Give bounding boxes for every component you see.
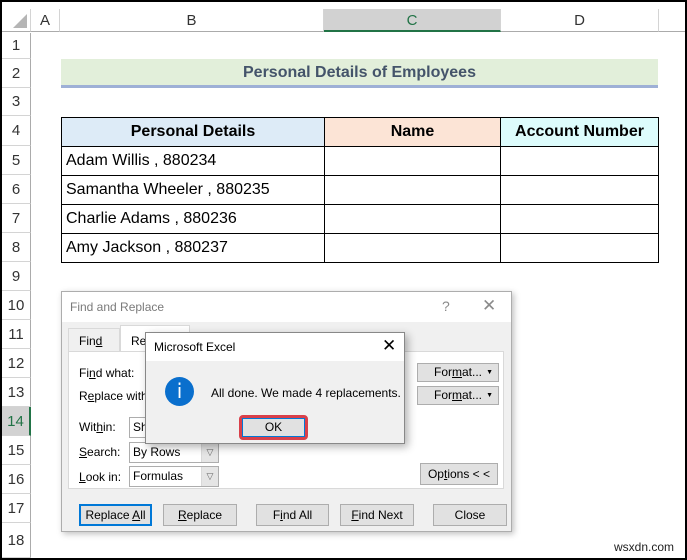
- message-box: Microsoft Excel ✕ i All done. We made 4 …: [145, 332, 405, 444]
- header-name[interactable]: Name: [324, 117, 501, 147]
- message-box-titlebar[interactable]: Microsoft Excel ✕: [146, 333, 404, 361]
- message-text: All done. We made 4 replacements.: [211, 386, 401, 400]
- find-all-button[interactable]: Find All: [256, 504, 329, 526]
- dropdown-arrow-icon: ▼: [486, 369, 493, 376]
- row-header-6[interactable]: 6: [2, 175, 31, 204]
- table-header-row: Personal Details Name Account Number: [61, 117, 659, 147]
- select-all-triangle-icon: [13, 14, 27, 28]
- row-header-11[interactable]: 11: [2, 320, 31, 349]
- help-icon[interactable]: ?: [442, 298, 450, 314]
- cell-account-number[interactable]: [500, 146, 659, 176]
- table-row: Samantha Wheeler , 880235: [61, 175, 659, 205]
- info-icon: i: [165, 377, 194, 406]
- dropdown-arrow-icon: ▼: [486, 392, 493, 399]
- header-personal-details[interactable]: Personal Details: [61, 117, 325, 147]
- find-format-button[interactable]: Format... ▼: [417, 363, 499, 382]
- cell-personal-details[interactable]: Samantha Wheeler , 880235: [61, 175, 325, 205]
- column-header-d[interactable]: D: [501, 9, 659, 32]
- table-row: Adam Willis , 880234: [61, 146, 659, 176]
- cell-name[interactable]: [324, 204, 501, 234]
- excel-window: A B C D 1 2 3 4 5 6 7 8 9 10 11 12 13 14 15 16 17 18 Pers…: [2, 2, 685, 558]
- sheet-title[interactable]: Personal Details of Employees: [61, 59, 658, 88]
- column-header-a[interactable]: A: [31, 9, 60, 32]
- employee-table: Personal Details Name Account Number Ada…: [61, 117, 659, 263]
- row-header-7[interactable]: 7: [2, 204, 31, 233]
- chevron-down-icon: ▽: [201, 443, 218, 462]
- row-header-14[interactable]: 14: [2, 407, 31, 436]
- replace-with-label: Replace with: [79, 389, 148, 403]
- row-header-10[interactable]: 10: [2, 291, 31, 320]
- close-icon[interactable]: ✕: [382, 336, 396, 356]
- search-select[interactable]: By Rows ▽: [129, 442, 219, 463]
- row-header-2[interactable]: 2: [2, 59, 31, 88]
- options-button[interactable]: Options < <: [420, 463, 498, 485]
- column-header-b[interactable]: B: [60, 9, 324, 32]
- row-header-5[interactable]: 5: [2, 146, 31, 175]
- tab-find[interactable]: Find: [68, 328, 120, 353]
- row-header-17[interactable]: 17: [2, 494, 31, 523]
- row-header-9[interactable]: 9: [2, 262, 31, 291]
- tab-find-mnemonic: d: [95, 334, 103, 348]
- cell-personal-details[interactable]: Charlie Adams , 880236: [61, 204, 325, 234]
- row-header-18[interactable]: 18: [2, 523, 31, 558]
- row-header-16[interactable]: 16: [2, 465, 31, 494]
- look-in-label: Look in:: [79, 470, 122, 484]
- find-what-label: Find what:: [79, 366, 135, 380]
- column-header-e[interactable]: [659, 9, 685, 32]
- table-row: Amy Jackson , 880237: [61, 233, 659, 263]
- find-replace-title: Find and Replace: [70, 300, 165, 314]
- cell-name[interactable]: [324, 146, 501, 176]
- replace-button[interactable]: Replace: [163, 504, 237, 526]
- column-header-c[interactable]: C: [324, 9, 501, 32]
- cell-personal-details[interactable]: Amy Jackson , 880237: [61, 233, 325, 263]
- ok-button[interactable]: OK: [242, 418, 305, 437]
- cell-name[interactable]: [324, 175, 501, 205]
- close-button[interactable]: Close: [433, 504, 507, 526]
- row-header-3[interactable]: 3: [2, 88, 31, 116]
- row-header-1[interactable]: 1: [2, 33, 31, 59]
- table-row: Charlie Adams , 880236: [61, 204, 659, 234]
- cell-account-number[interactable]: [500, 204, 659, 234]
- cell-personal-details[interactable]: Adam Willis , 880234: [61, 146, 325, 176]
- chevron-down-icon: ▽: [201, 467, 218, 486]
- row-header-12[interactable]: 12: [2, 349, 31, 378]
- cell-account-number[interactable]: [500, 175, 659, 205]
- within-label: Within:: [79, 420, 116, 434]
- replace-all-button[interactable]: Replace All: [79, 504, 152, 526]
- header-account-number[interactable]: Account Number: [500, 117, 659, 147]
- cell-account-number[interactable]: [500, 233, 659, 263]
- find-replace-titlebar[interactable]: Find and Replace ? ✕: [62, 292, 511, 322]
- select-all-corner[interactable]: [2, 9, 31, 32]
- row-header-8[interactable]: 8: [2, 233, 31, 262]
- tab-find-label: Fin: [79, 334, 96, 348]
- row-header-4[interactable]: 4: [2, 116, 31, 146]
- watermark: wsxdn.com: [614, 540, 675, 554]
- search-label: Search:: [79, 445, 121, 459]
- message-box-title: Microsoft Excel: [154, 340, 236, 354]
- replace-format-button[interactable]: Format... ▼: [417, 386, 499, 405]
- cell-name[interactable]: [324, 233, 501, 263]
- look-in-select[interactable]: Formulas ▽: [129, 466, 219, 487]
- row-header-13[interactable]: 13: [2, 378, 31, 407]
- row-header-15[interactable]: 15: [2, 436, 31, 465]
- close-icon[interactable]: ✕: [482, 296, 496, 316]
- find-next-button[interactable]: Find Next: [340, 504, 414, 526]
